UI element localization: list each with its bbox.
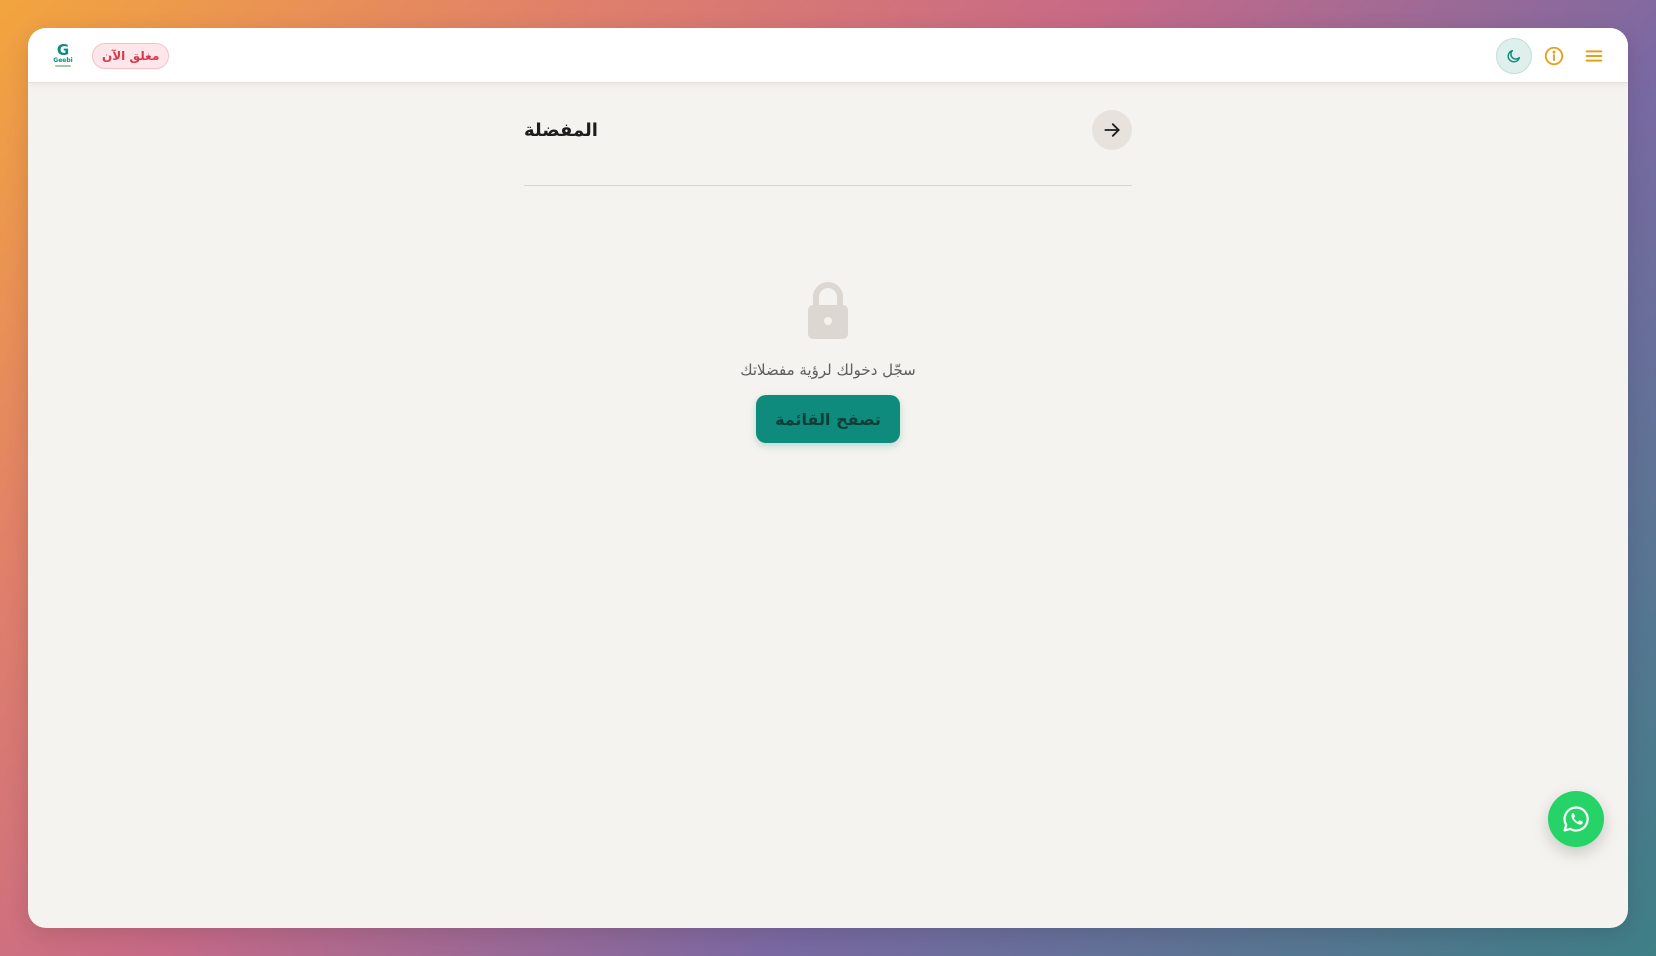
logo-underline xyxy=(55,65,71,67)
info-button[interactable] xyxy=(1536,38,1572,74)
whatsapp-button[interactable] xyxy=(1548,791,1604,847)
app-window: G Geebi مغلق الآن المفضلة سجّل دخولك لرؤ… xyxy=(28,28,1628,928)
theme-toggle-button[interactable] xyxy=(1496,38,1532,74)
page-header: المفضلة xyxy=(524,83,1132,186)
main-content: المفضلة سجّل دخولك لرؤية مفضلاتك تصفح ال… xyxy=(524,83,1132,443)
menu-button[interactable] xyxy=(1576,38,1612,74)
page-title: المفضلة xyxy=(524,119,598,141)
menu-icon xyxy=(1585,50,1603,62)
empty-state: سجّل دخولك لرؤية مفضلاتك تصفح القائمة xyxy=(524,281,1132,443)
arrow-right-icon xyxy=(1104,123,1120,137)
logo-mark: G xyxy=(56,41,70,59)
whatsapp-icon xyxy=(1563,806,1589,832)
brand-logo[interactable]: G Geebi xyxy=(52,41,74,69)
logo-text: Geebi xyxy=(53,57,73,64)
status-badge: مغلق الآن xyxy=(92,43,170,69)
moon-icon xyxy=(1507,49,1521,63)
top-bar: G Geebi مغلق الآن xyxy=(28,28,1628,83)
back-button[interactable] xyxy=(1092,110,1132,150)
browse-menu-button[interactable]: تصفح القائمة xyxy=(756,395,900,443)
info-icon xyxy=(1544,46,1564,66)
lock-icon xyxy=(808,282,848,339)
empty-state-message: سجّل دخولك لرؤية مفضلاتك xyxy=(740,361,916,379)
